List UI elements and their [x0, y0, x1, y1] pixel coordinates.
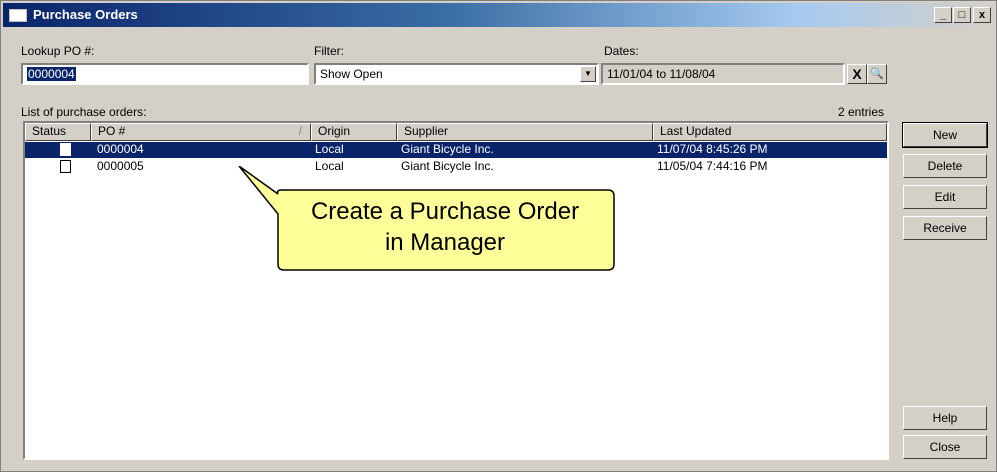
document-outline-icon [60, 160, 71, 173]
title-bar[interactable]: Purchase Orders _ □ x [3, 3, 994, 27]
search-dates-button[interactable]: 🔍 [867, 64, 887, 84]
column-header-po[interactable]: PO # / [91, 123, 311, 141]
entries-count: 2 entries [838, 105, 885, 119]
window-title: Purchase Orders [33, 7, 138, 22]
column-header-last-updated[interactable]: Last Updated [653, 123, 887, 141]
window-icon [9, 9, 27, 22]
column-header-origin[interactable]: Origin [311, 123, 397, 141]
maximize-button[interactable]: □ [953, 7, 971, 23]
clear-dates-button[interactable]: X [847, 64, 867, 84]
origin-cell: Local [315, 142, 344, 156]
dates-label: Dates: [604, 44, 639, 58]
new-button[interactable]: New [902, 122, 988, 148]
chevron-down-icon[interactable]: ▼ [580, 66, 596, 82]
delete-button[interactable]: Delete [903, 154, 987, 178]
last-updated-cell: 11/07/04 8:45:26 PM [657, 142, 768, 156]
close-window-button[interactable]: x [973, 7, 991, 23]
dates-field[interactable]: 11/01/04 to 11/08/04 [601, 63, 845, 85]
last-updated-cell: 11/05/04 7:44:16 PM [657, 159, 768, 173]
document-filled-icon [60, 143, 71, 156]
po-number-cell: 0000004 [97, 142, 144, 156]
receive-button[interactable]: Receive [903, 216, 987, 240]
lookup-po-value: 0000004 [27, 67, 76, 81]
help-button[interactable]: Help [903, 406, 987, 430]
dates-value: 11/01/04 to 11/08/04 [607, 67, 716, 81]
column-header-supplier[interactable]: Supplier [397, 123, 653, 141]
search-icon: 🔍 [870, 67, 884, 80]
sort-indicator-icon: / [298, 124, 302, 138]
list-label: List of purchase orders: [21, 105, 147, 119]
callout-line-2: in Manager [384, 229, 506, 256]
filter-label: Filter: [314, 44, 344, 58]
purchase-orders-window: Purchase Orders _ □ x Lookup PO #: 00000… [0, 0, 997, 472]
column-header-status[interactable]: Status [25, 123, 91, 141]
edit-button[interactable]: Edit [903, 185, 987, 209]
table-row[interactable]: 0000004 Local Giant Bicycle Inc. 11/07/0… [25, 142, 887, 158]
minimize-button[interactable]: _ [934, 7, 952, 23]
lookup-po-label: Lookup PO #: [21, 44, 95, 58]
callout-text: Create a Purchase Order in Manager [281, 196, 609, 258]
supplier-cell: Giant Bicycle Inc. [401, 142, 494, 156]
close-icon: X [852, 65, 862, 82]
column-header-po-label: PO # [98, 124, 126, 138]
callout-line-1: Create a Purchase Order [310, 198, 580, 225]
filter-value: Show Open [320, 67, 383, 81]
filter-select[interactable]: Show Open ▼ [314, 63, 599, 85]
po-number-cell: 0000005 [97, 159, 144, 173]
lookup-po-input[interactable]: 0000004 [21, 63, 309, 85]
close-button[interactable]: Close [903, 435, 987, 459]
